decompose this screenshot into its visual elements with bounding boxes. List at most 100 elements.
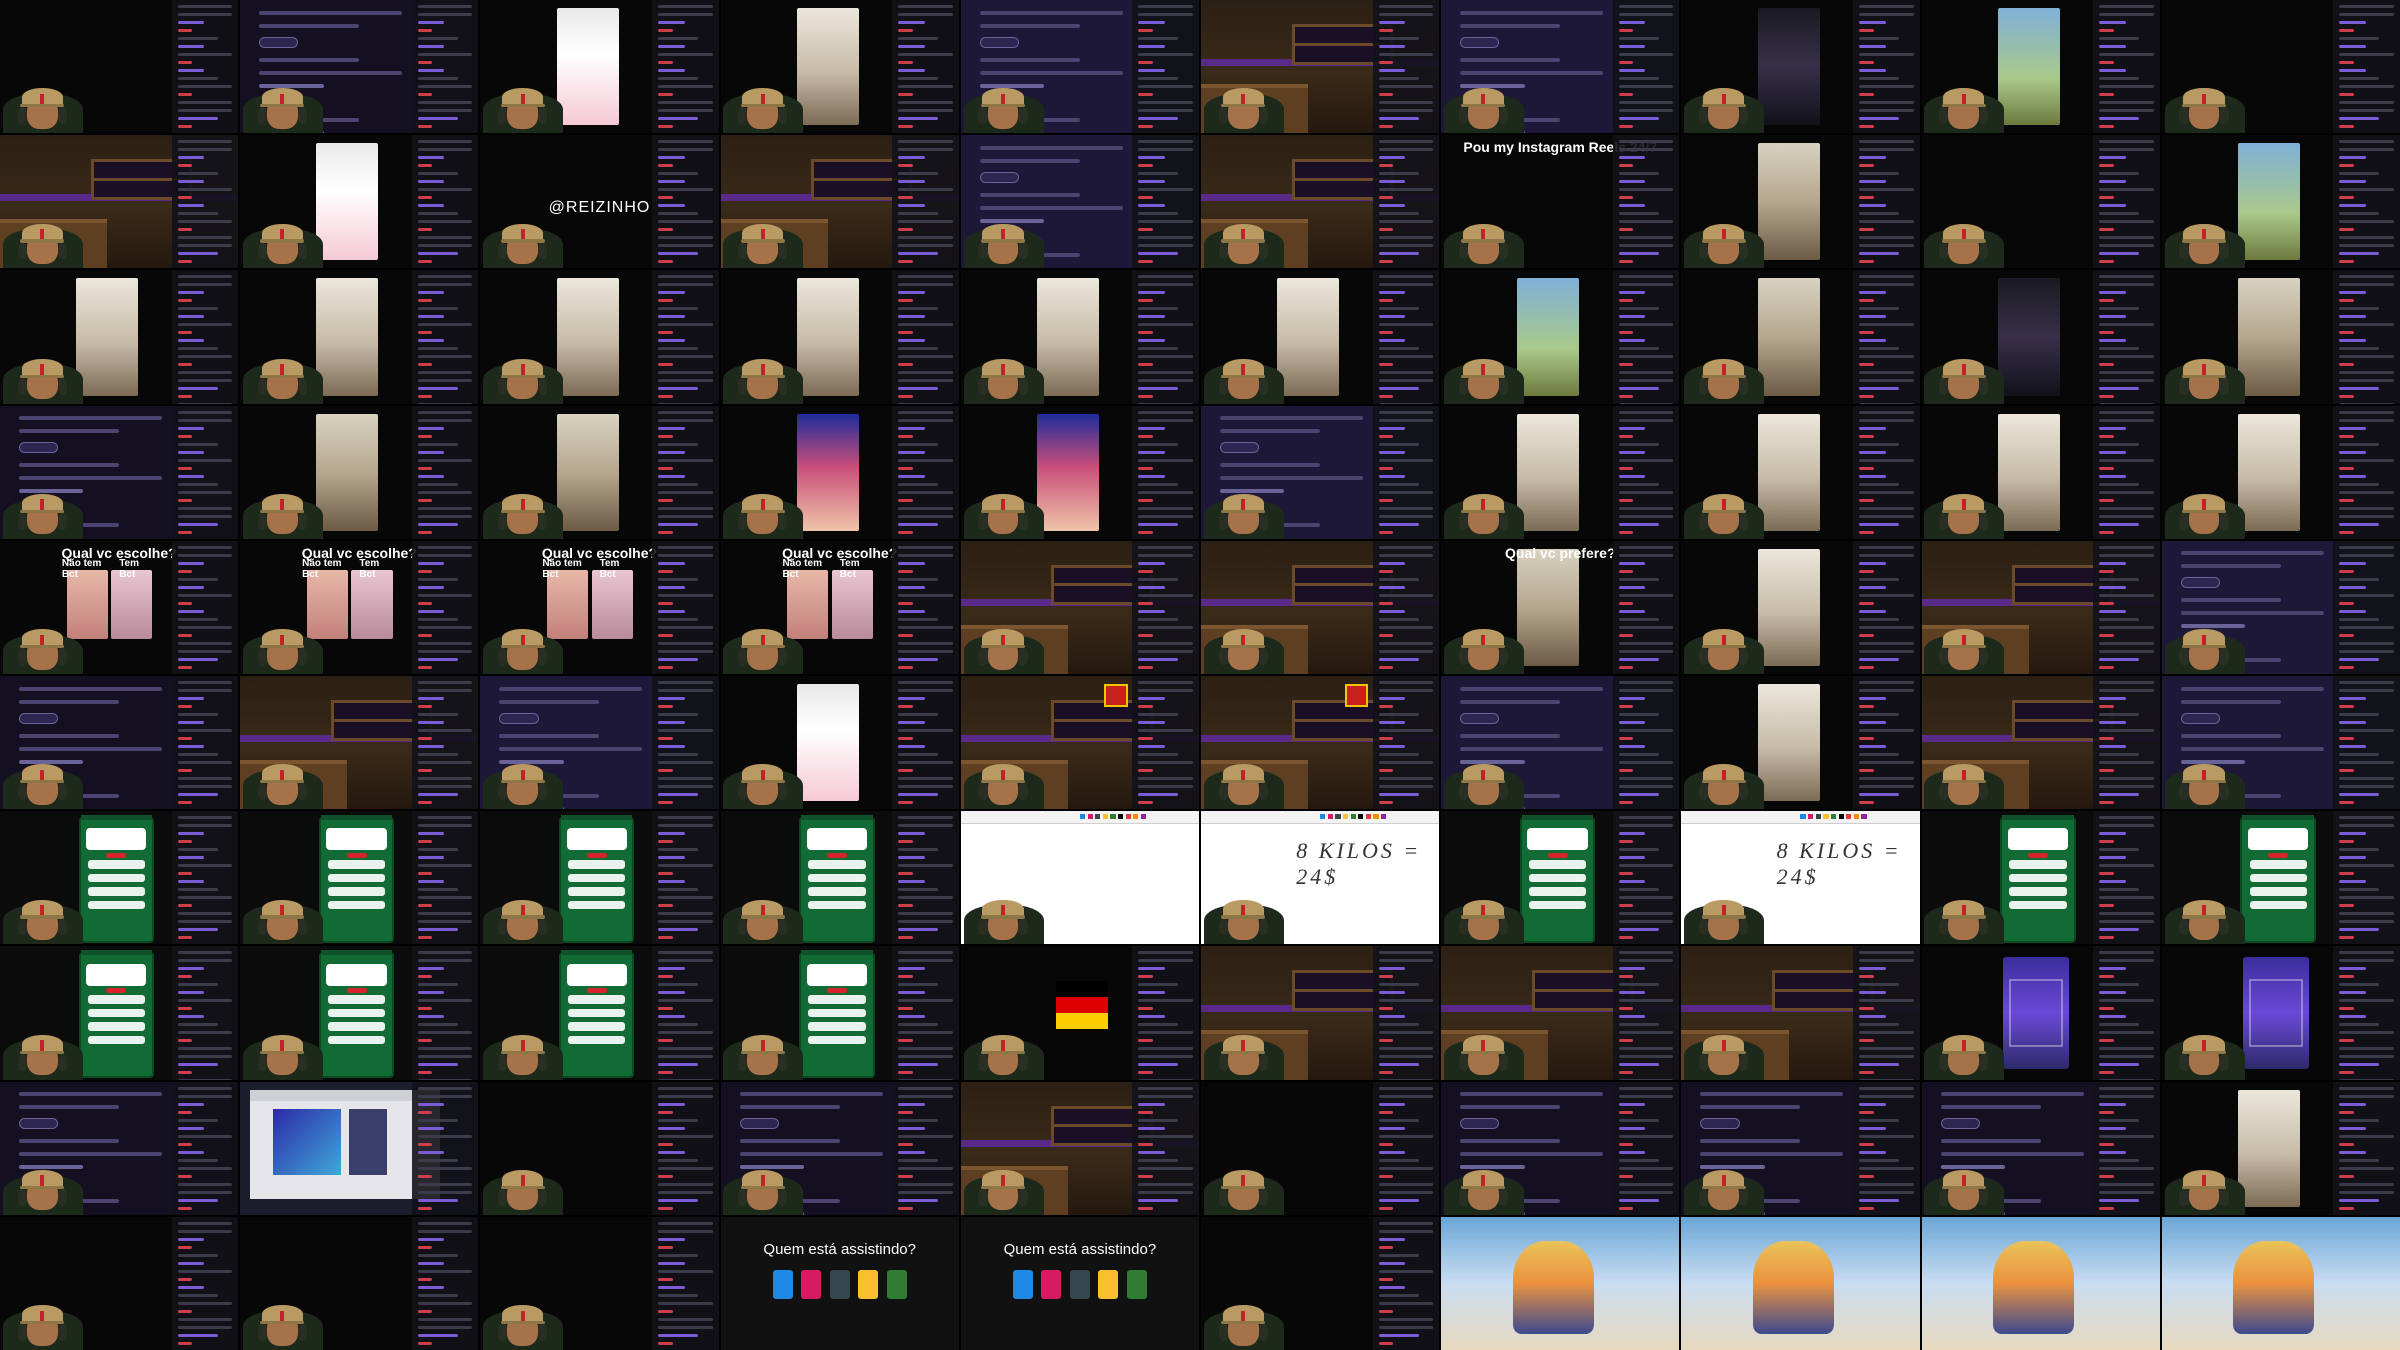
thumbnail-cell[interactable] [2161, 811, 2400, 945]
thumbnail-cell[interactable] [0, 135, 239, 269]
thumbnail-cell[interactable] [480, 811, 719, 945]
profile-avatar[interactable] [886, 1270, 907, 1300]
thumbnail-cell[interactable] [1200, 0, 1440, 134]
thumbnail-cell[interactable] [0, 0, 239, 134]
thumbnail-cell[interactable] [1681, 0, 1920, 134]
thumbnail-cell[interactable] [2161, 1216, 2400, 1350]
thumbnail-cell[interactable] [1921, 811, 2160, 945]
thumbnail-cell[interactable] [960, 270, 1199, 404]
thumbnail-cell[interactable] [1921, 270, 2160, 404]
thumbnail-cell[interactable] [1921, 405, 2160, 539]
color-swatch[interactable] [1342, 813, 1349, 820]
thumbnail-cell[interactable] [1441, 1081, 1680, 1215]
thumbnail-cell[interactable]: Não tem Bct Tem Bct Qual vc escolhe? [0, 540, 239, 674]
thumbnail-cell[interactable] [960, 135, 1199, 269]
color-swatch[interactable] [1110, 813, 1116, 820]
color-swatch[interactable] [1830, 813, 1837, 820]
color-swatch[interactable] [1327, 813, 1333, 820]
thumbnail-cell[interactable]: Quem está assistindo? [960, 1216, 1199, 1350]
thumbnail-cell[interactable] [2161, 0, 2400, 134]
thumbnail-cell[interactable] [480, 270, 719, 404]
color-swatch[interactable] [1358, 813, 1364, 820]
thumbnail-cell[interactable] [960, 1081, 1199, 1215]
thumbnail-cell[interactable] [1441, 811, 1680, 945]
color-swatch[interactable] [1861, 813, 1867, 820]
color-swatch[interactable] [1087, 813, 1093, 820]
thumbnail-cell[interactable]: @REIZINHO [480, 135, 719, 269]
thumbnail-cell[interactable] [1200, 270, 1440, 404]
profile-avatar[interactable] [1069, 1270, 1090, 1300]
thumbnail-cell[interactable] [480, 946, 719, 1080]
color-swatch[interactable] [1800, 813, 1806, 820]
thumbnail-cell[interactable] [960, 811, 1199, 945]
thumbnail-cell[interactable] [720, 1081, 959, 1215]
thumbnail-cell[interactable] [960, 0, 1199, 134]
color-swatch[interactable] [1823, 813, 1829, 820]
thumbnail-cell[interactable] [720, 946, 959, 1080]
thumbnail-cell[interactable]: Quem está assistindo? [720, 1216, 959, 1350]
profile-avatar[interactable] [1127, 1270, 1147, 1300]
thumbnail-cell[interactable]: Pou my Instagram Reels 24/7 [1441, 135, 1680, 269]
thumbnail-cell[interactable] [1921, 540, 2160, 674]
thumbnail-cell[interactable] [240, 270, 479, 404]
thumbnail-cell[interactable] [0, 405, 239, 539]
thumbnail-cell[interactable] [480, 405, 719, 539]
thumbnail-cell[interactable] [0, 1216, 239, 1350]
thumbnail-cell[interactable] [1681, 675, 1920, 810]
thumbnail-cell[interactable] [1921, 0, 2160, 134]
thumbnail-cell[interactable] [720, 811, 959, 945]
thumbnail-cell[interactable] [1681, 540, 1920, 674]
thumbnail-cell[interactable] [1921, 946, 2160, 1080]
thumbnail-cell[interactable] [1441, 946, 1680, 1080]
thumbnail-cell[interactable]: Não tem Bct Tem Bct Qual vc escolhe? [240, 540, 479, 674]
thumbnail-cell[interactable] [1441, 0, 1680, 134]
thumbnail-cell[interactable] [1441, 1216, 1680, 1350]
thumbnail-cell[interactable] [2161, 1081, 2400, 1215]
thumbnail-cell[interactable] [240, 811, 479, 945]
thumbnail-cell[interactable] [1200, 1081, 1440, 1215]
thumbnail-cell[interactable] [1200, 946, 1440, 1080]
thumbnail-cell[interactable] [240, 135, 479, 269]
thumbnail-cell[interactable] [0, 811, 239, 945]
color-swatch[interactable] [1808, 813, 1814, 820]
thumbnail-cell[interactable] [1441, 405, 1680, 539]
thumbnail-cell[interactable] [1200, 135, 1440, 269]
profile-avatar[interactable] [858, 1270, 879, 1300]
thumbnail-cell[interactable] [1921, 1216, 2160, 1350]
thumbnail-cell[interactable] [960, 405, 1199, 539]
color-swatch[interactable] [1133, 813, 1139, 820]
thumbnail-cell[interactable] [0, 270, 239, 404]
thumbnail-cell[interactable]: 8 KILOS = 24$ [1200, 811, 1440, 945]
thumbnail-cell[interactable]: Não tem Bct Tem Bct Qual vc escolhe? [480, 540, 719, 674]
thumbnail-cell[interactable] [1200, 675, 1440, 810]
thumbnail-cell[interactable] [1921, 1081, 2160, 1215]
thumbnail-cell[interactable] [0, 946, 239, 1080]
thumbnail-cell[interactable] [480, 1216, 719, 1350]
thumbnail-cell[interactable] [1200, 1216, 1440, 1350]
thumbnail-cell[interactable] [1200, 540, 1440, 674]
thumbnail-cell[interactable] [1681, 1081, 1920, 1215]
thumbnail-cell[interactable] [240, 1081, 479, 1215]
profile-avatar[interactable] [1098, 1270, 1119, 1300]
color-swatch[interactable] [1335, 813, 1341, 820]
thumbnail-cell[interactable] [2161, 675, 2400, 810]
profile-avatar[interactable] [801, 1270, 822, 1300]
profile-avatar[interactable] [772, 1270, 793, 1300]
thumbnail-cell[interactable] [2161, 270, 2400, 404]
color-swatch[interactable] [1118, 813, 1124, 820]
color-swatch[interactable] [1095, 813, 1101, 820]
color-swatch[interactable] [1125, 813, 1131, 820]
color-swatch[interactable] [1838, 813, 1844, 820]
profile-avatar[interactable] [829, 1270, 850, 1300]
thumbnail-cell[interactable]: Não tem Bct Tem Bct Qual vc escolhe? [720, 540, 959, 674]
color-swatch[interactable] [1853, 813, 1860, 820]
color-swatch[interactable] [1350, 813, 1356, 820]
thumbnail-cell[interactable] [720, 0, 959, 134]
thumbnail-cell[interactable] [2161, 946, 2400, 1080]
color-swatch[interactable] [1079, 813, 1086, 820]
color-swatch[interactable] [1815, 813, 1821, 820]
thumbnail-cell[interactable] [960, 946, 1199, 1080]
profile-avatar[interactable] [1012, 1270, 1033, 1300]
thumbnail-cell[interactable] [1200, 405, 1440, 539]
color-swatch[interactable] [1365, 813, 1372, 820]
